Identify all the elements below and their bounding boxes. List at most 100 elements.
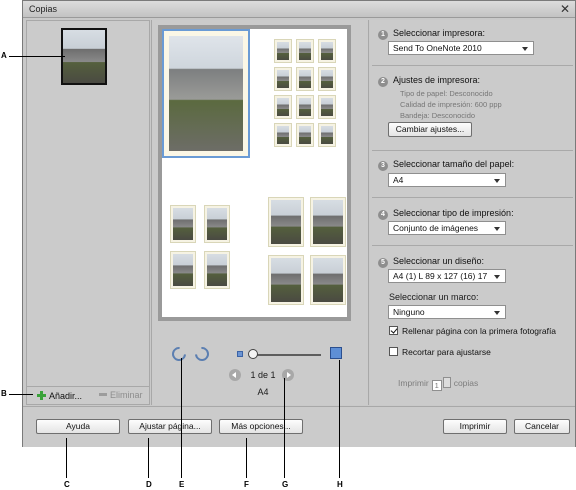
paper-size-label: A4 — [257, 387, 269, 397]
checkbox-unchecked-icon — [389, 347, 398, 356]
callout-a: A — [1, 51, 7, 60]
copies-row: Imprimir 1 copias — [398, 377, 478, 391]
step-badge: 1 — [378, 30, 388, 40]
add-button[interactable]: Añadir... — [37, 390, 82, 401]
photo-copy — [318, 39, 336, 63]
photo-image — [299, 126, 311, 144]
callout-line-b — [9, 394, 33, 395]
zoom-out-icon[interactable] — [237, 351, 243, 357]
zoom-in-icon[interactable] — [330, 347, 342, 359]
checkbox-checked-icon — [389, 326, 398, 335]
settings-panel: 1 Seleccionar impresora: Send To OneNote … — [370, 20, 575, 405]
step-badge: 5 — [378, 258, 388, 268]
zoom-slider[interactable] — [253, 354, 321, 356]
layout-select[interactable]: A4 (1) L 89 x 127 (16) 17 — [388, 269, 506, 283]
page-setup-button[interactable]: Ajustar página... — [128, 419, 212, 434]
photo-image — [299, 98, 311, 116]
button-bar: Ayuda Ajustar página... Más opciones... … — [23, 406, 575, 447]
paper-size-section: 3 Seleccionar tamaño del papel: — [378, 159, 514, 171]
printer-settings-section: 2 Ajustes de impresora: — [378, 75, 480, 87]
cancel-button[interactable]: Cancelar — [514, 419, 570, 434]
copies-prefix: Imprimir — [398, 378, 429, 388]
photo-copy — [170, 205, 196, 243]
photo-image — [321, 70, 333, 88]
photo-copy — [296, 95, 314, 119]
thumbnail-panel: Añadir... Eliminar — [26, 20, 150, 405]
photo-image — [321, 126, 333, 144]
photo-image — [173, 254, 193, 286]
preview-controls: 1 de 1 A4 — [152, 342, 368, 402]
callout-line-d — [148, 438, 149, 478]
photo-copy — [204, 205, 230, 243]
crop-label: Recortar para ajustarse — [402, 347, 491, 357]
divider — [372, 197, 573, 198]
paper-size-value: A4 — [393, 175, 404, 185]
callout-line-a — [9, 56, 65, 57]
chevron-down-icon — [494, 227, 500, 231]
change-settings-button[interactable]: Cambiar ajustes... — [388, 122, 472, 137]
photo-thumbnail[interactable] — [61, 28, 107, 85]
photo-copy — [296, 67, 314, 91]
photo-image — [277, 42, 289, 60]
photo-image — [299, 70, 311, 88]
printer-select[interactable]: Send To OneNote 2010 — [388, 41, 534, 55]
thumbnail-toolbar: Añadir... Eliminar — [27, 386, 149, 404]
close-icon[interactable]: ✕ — [560, 2, 570, 16]
previous-page-icon[interactable] — [229, 369, 241, 381]
callout-b: B — [1, 389, 7, 398]
photo-copy — [296, 39, 314, 63]
paper-preview — [162, 29, 347, 317]
layout-value: A4 (1) L 89 x 127 (16) 17 — [393, 271, 488, 281]
step-badge: 4 — [378, 210, 388, 220]
remove-button[interactable]: Eliminar — [99, 390, 143, 400]
photo-image — [173, 208, 193, 240]
photo-image — [277, 126, 289, 144]
photo-copy — [318, 95, 336, 119]
paper-size-select[interactable]: A4 — [388, 173, 506, 187]
photo-copy — [274, 39, 292, 63]
minus-icon — [99, 393, 107, 396]
callout-line-f — [246, 438, 247, 478]
callout-c: C — [64, 480, 70, 489]
photo-copy — [318, 123, 336, 147]
fill-page-checkbox[interactable]: Rellenar página con la primera fotografí… — [389, 326, 556, 336]
rotate-right-icon[interactable] — [192, 344, 212, 364]
rotate-left-icon[interactable] — [169, 344, 189, 364]
print-type-select[interactable]: Conjunto de imágenes — [388, 221, 506, 235]
callout-line-g — [284, 378, 285, 478]
photo-copy — [170, 251, 196, 289]
print-button[interactable]: Imprimir — [443, 419, 507, 434]
photo-copy — [310, 197, 346, 247]
crop-checkbox[interactable]: Recortar para ajustarse — [389, 347, 491, 357]
photo-copy — [274, 123, 292, 147]
more-options-button[interactable]: Más opciones... — [219, 419, 303, 434]
photo-image — [207, 254, 227, 286]
chevron-down-icon — [494, 275, 500, 279]
photo-image — [271, 200, 301, 244]
thumbnail-image — [63, 30, 105, 83]
divider — [372, 245, 573, 246]
printer-value: Send To OneNote 2010 — [393, 43, 482, 53]
callout-g: G — [282, 480, 289, 489]
frame-select[interactable]: Ninguno — [388, 305, 506, 319]
callout-f: F — [244, 480, 249, 489]
paper-type-info: Tipo de papel: Desconocido — [400, 89, 493, 98]
copies-input[interactable]: 1 — [431, 380, 442, 391]
photo-image — [207, 208, 227, 240]
photo-image — [277, 98, 289, 116]
selected-photo[interactable] — [162, 29, 250, 158]
remove-label: Eliminar — [110, 390, 143, 400]
help-button[interactable]: Ayuda — [36, 419, 120, 434]
photo-image — [271, 258, 301, 302]
copies-stepper[interactable] — [442, 377, 451, 388]
photo-copy — [268, 197, 304, 247]
zoom-slider-handle[interactable] — [248, 349, 258, 359]
fill-page-label: Rellenar página con la primera fotografí… — [402, 326, 557, 336]
copies-suffix: copias — [453, 378, 479, 388]
photo-image — [277, 70, 289, 88]
step-badge: 3 — [378, 161, 388, 171]
callout-line-h — [339, 360, 340, 478]
print-type-section: 4 Seleccionar tipo de impresión: — [378, 208, 514, 220]
layout-label: Seleccionar un diseño: — [393, 256, 485, 266]
callout-line-c — [66, 438, 67, 478]
